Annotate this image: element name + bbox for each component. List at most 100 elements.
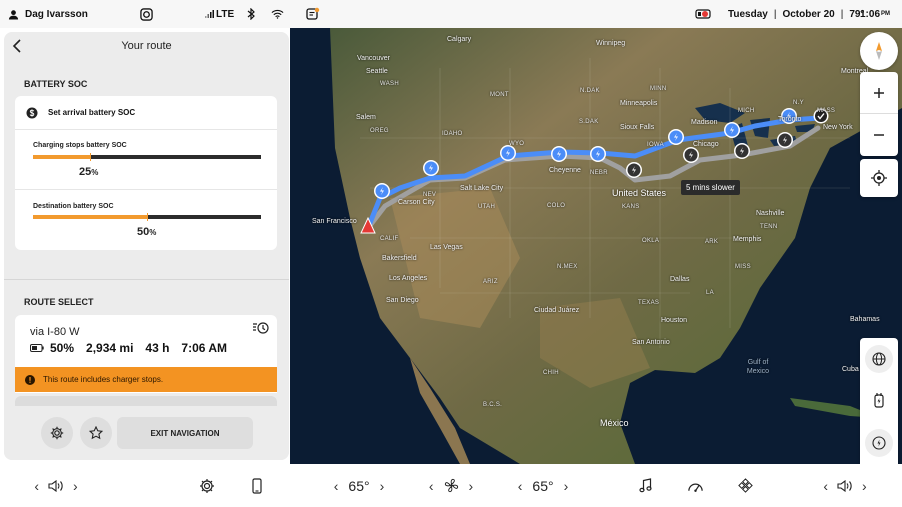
map-label: TEXAS bbox=[638, 300, 660, 306]
bottom-bar: ‹ › ‹ 65° › ‹ › ‹ 65° › ‹ › bbox=[0, 464, 902, 507]
route-name: via I-80 W bbox=[30, 326, 80, 338]
slider-handle[interactable] bbox=[147, 213, 148, 221]
chevron-left-icon[interactable]: ‹ bbox=[429, 478, 434, 494]
next-route-card[interactable] bbox=[15, 396, 277, 406]
camera-status-icon[interactable] bbox=[140, 0, 153, 28]
set-arrival-label: Set arrival battery SOC bbox=[48, 108, 136, 117]
chevron-left-icon[interactable]: ‹ bbox=[823, 478, 828, 494]
recenter-button[interactable] bbox=[860, 159, 898, 197]
music-button[interactable] bbox=[637, 464, 653, 507]
map-label: San Francisco bbox=[312, 218, 357, 225]
settings-button[interactable] bbox=[197, 464, 217, 507]
chevron-right-icon[interactable]: › bbox=[564, 478, 569, 494]
map-label: Bahamas bbox=[850, 316, 880, 323]
chevron-left-icon[interactable]: ‹ bbox=[518, 478, 523, 494]
slider-handle[interactable] bbox=[90, 153, 91, 161]
map-label: Calgary bbox=[447, 36, 472, 43]
gear-icon bbox=[200, 478, 214, 493]
map-label: Cheyenne bbox=[549, 167, 581, 174]
map-label: Salem bbox=[356, 114, 376, 121]
map-label: Ciudad Juárez bbox=[534, 307, 580, 314]
slider-fill bbox=[33, 215, 147, 219]
map-label: Toronto bbox=[778, 116, 802, 123]
set-arrival-soc-row[interactable]: Set arrival battery SOC bbox=[15, 96, 277, 130]
fan-icon[interactable] bbox=[444, 478, 459, 493]
gear-icon bbox=[50, 426, 64, 440]
map-label: N.Y bbox=[793, 100, 804, 106]
music-icon bbox=[638, 478, 652, 493]
map-label: Carson City bbox=[398, 199, 435, 206]
apps-button[interactable] bbox=[735, 464, 755, 507]
battery-icon bbox=[30, 344, 44, 352]
map-label: WASH bbox=[380, 81, 399, 87]
navigation-map[interactable]: Calgary Winnipeg Montreal Vancouver Seat… bbox=[290, 28, 902, 464]
back-button[interactable] bbox=[12, 39, 22, 58]
charging-stops-slider[interactable] bbox=[33, 153, 261, 161]
map-label: Chicago bbox=[693, 141, 719, 148]
map-label: N.MEX bbox=[557, 264, 578, 270]
driver-temp: 65° bbox=[348, 477, 370, 494]
map-label: Bakersfield bbox=[382, 255, 417, 262]
gauge-icon bbox=[872, 436, 886, 450]
time-label: 1:06 bbox=[860, 8, 881, 20]
speed-limit-button[interactable] bbox=[860, 422, 898, 464]
clock: 1:06 PM bbox=[860, 0, 890, 28]
charger-filter-button[interactable] bbox=[860, 380, 898, 422]
map-label: ARIZ bbox=[483, 279, 498, 285]
battery-section-title: BATTERY SOC bbox=[24, 79, 88, 89]
user-profile[interactable]: Dag Ivarsson bbox=[8, 0, 88, 28]
apps-icon bbox=[737, 478, 753, 493]
favorite-button[interactable] bbox=[80, 417, 112, 449]
dashcam-record-icon[interactable] bbox=[695, 0, 711, 28]
chevron-left-icon[interactable]: ‹ bbox=[34, 478, 39, 494]
alternate-route-badge[interactable]: 5 mins slower bbox=[681, 180, 740, 195]
zoom-out-button[interactable] bbox=[860, 114, 898, 156]
drive-mode-button[interactable] bbox=[685, 464, 705, 507]
chevron-right-icon[interactable]: › bbox=[380, 478, 385, 494]
globe-icon bbox=[872, 352, 886, 366]
warning-text: This route includes charger stops. bbox=[43, 375, 164, 384]
chevron-right-icon[interactable]: › bbox=[469, 478, 474, 494]
plus-icon bbox=[874, 87, 884, 98]
map-label: ARK bbox=[705, 239, 719, 245]
driver-volume-control: ‹ › bbox=[26, 464, 86, 507]
volume-icon[interactable] bbox=[837, 479, 853, 492]
alert-icon bbox=[25, 374, 35, 385]
phone-button[interactable] bbox=[248, 464, 266, 507]
map-label: United States bbox=[612, 188, 667, 198]
route-history-icon[interactable] bbox=[252, 321, 270, 340]
map-label: Houston bbox=[661, 317, 688, 324]
battery-soc-card: Set arrival battery SOC Charging stops b… bbox=[15, 96, 277, 250]
compass-button[interactable] bbox=[860, 32, 898, 70]
map-layer-controls bbox=[860, 338, 898, 464]
signal-indicator: LTE bbox=[205, 0, 234, 28]
map-label: Las Vegas bbox=[430, 244, 463, 251]
exit-navigation-button[interactable]: EXIT NAVIGATION bbox=[117, 417, 253, 449]
chevron-right-icon[interactable]: › bbox=[73, 478, 78, 494]
chevron-right-icon[interactable]: › bbox=[862, 478, 867, 494]
destination-slider[interactable] bbox=[33, 213, 261, 221]
map-label: WYO bbox=[509, 141, 525, 147]
map-label: N.DAK bbox=[580, 88, 600, 94]
route-settings-button[interactable] bbox=[41, 417, 73, 449]
map-label: UTAH bbox=[478, 204, 496, 210]
map-label: México bbox=[600, 418, 629, 428]
map-label: New York bbox=[823, 124, 853, 131]
notifications-icon[interactable] bbox=[306, 0, 320, 28]
map-label: Gulf of Mexico bbox=[746, 359, 770, 375]
chevron-left-icon[interactable]: ‹ bbox=[334, 478, 339, 494]
bluetooth-icon[interactable] bbox=[247, 0, 255, 28]
charging-stops-label: Charging stops battery SOC bbox=[33, 142, 127, 149]
map-label: Madison bbox=[691, 119, 718, 126]
map-style-button[interactable] bbox=[860, 338, 898, 380]
wifi-icon[interactable] bbox=[271, 0, 284, 28]
route-panel: Your route BATTERY SOC Set arrival batte… bbox=[4, 32, 289, 460]
map-label: LA bbox=[706, 290, 714, 296]
map-label: COLO bbox=[547, 203, 566, 209]
dollar-coin-icon bbox=[26, 107, 38, 118]
zoom-in-button[interactable] bbox=[860, 72, 898, 114]
panel-header: Your route bbox=[4, 32, 289, 60]
volume-icon[interactable] bbox=[48, 479, 64, 492]
map-label: TENN bbox=[760, 224, 778, 230]
map-label: NEBR bbox=[590, 170, 608, 176]
